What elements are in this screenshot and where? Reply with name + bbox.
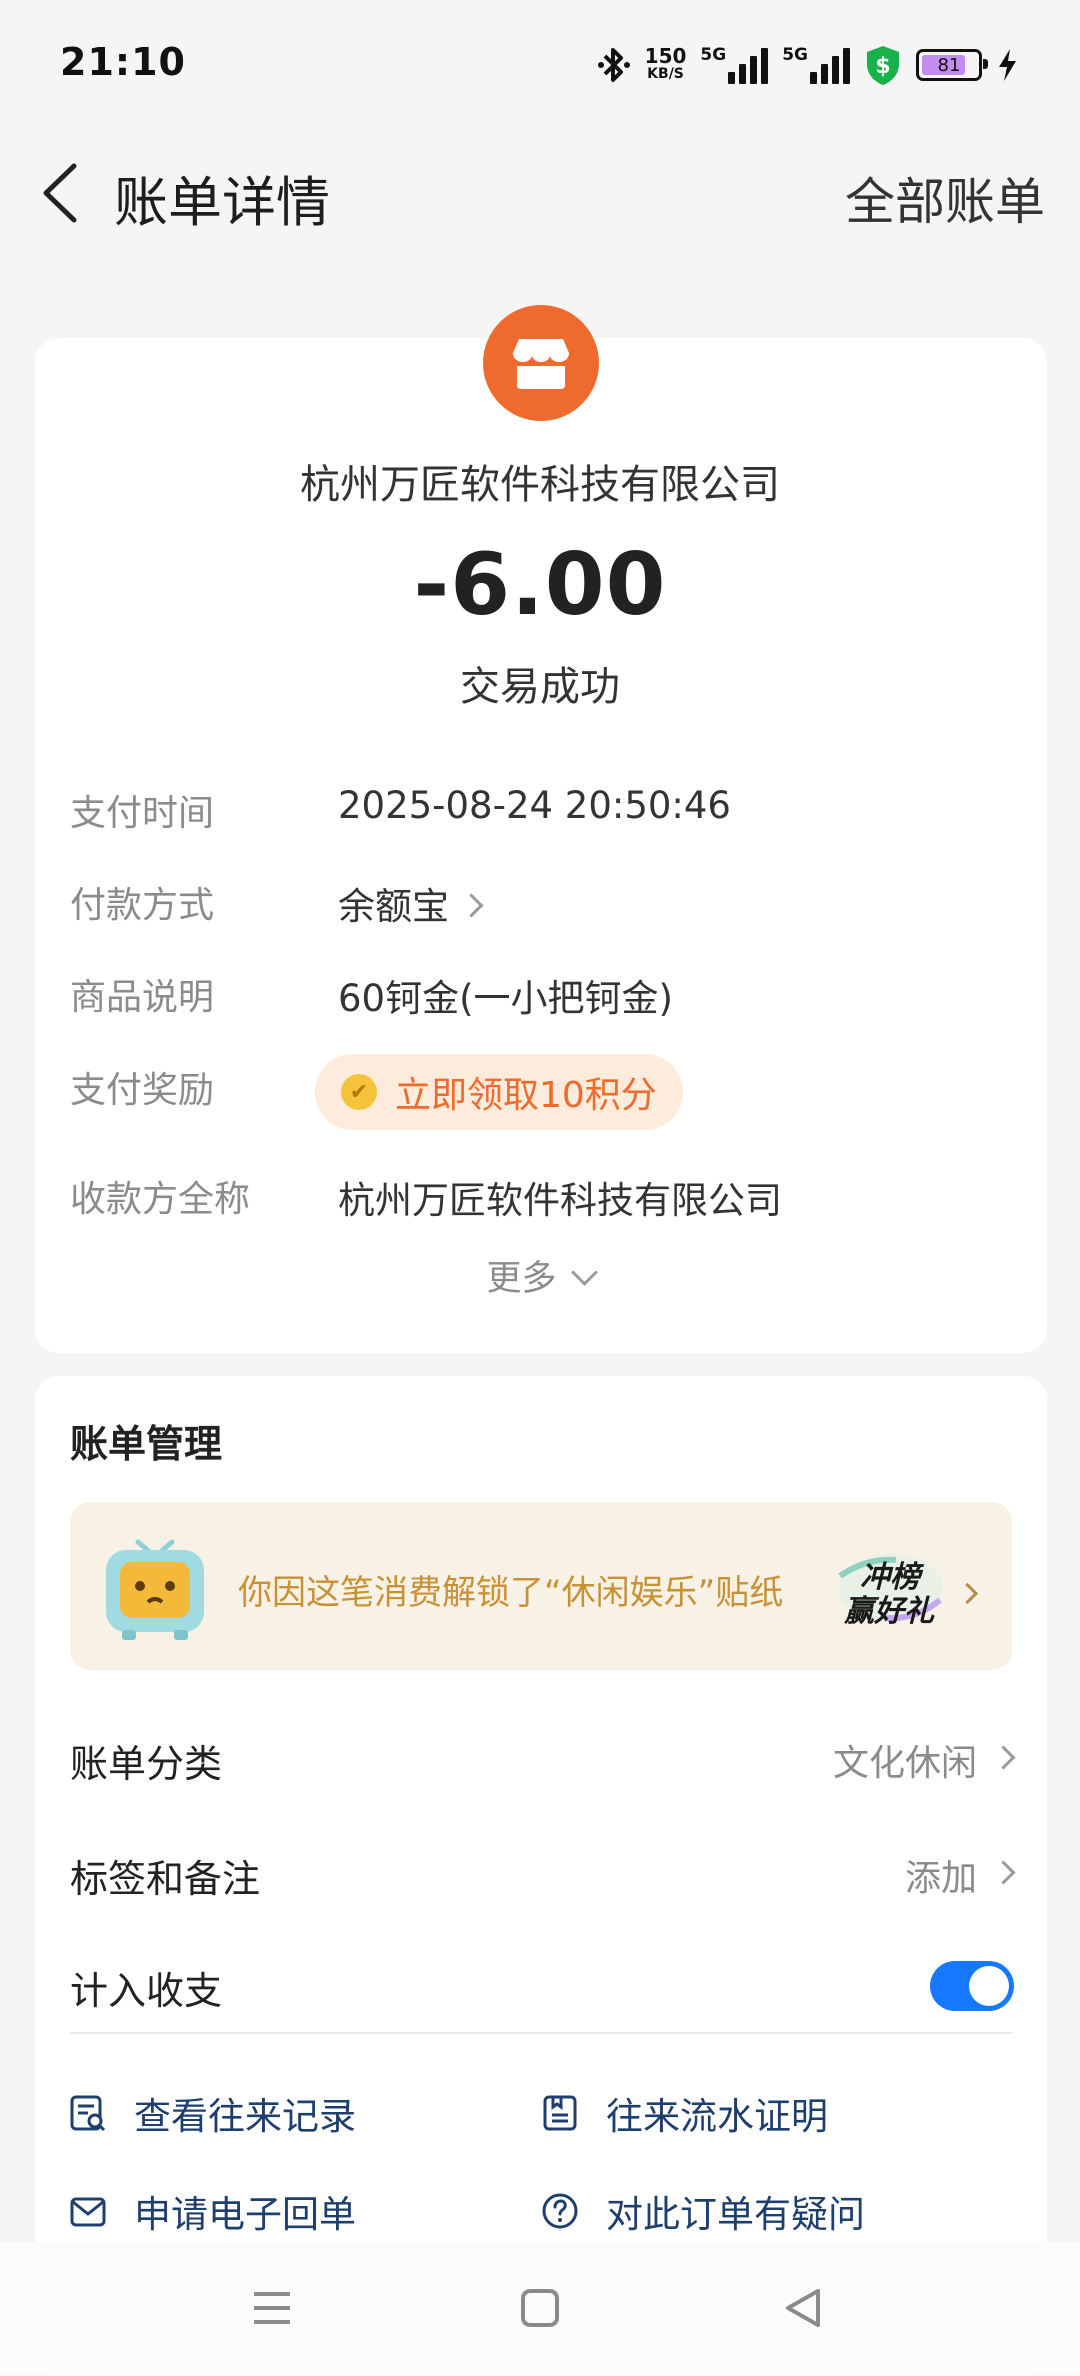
signal-icon — [810, 46, 850, 84]
statement-proof-label: 往来流水证明 — [606, 2095, 828, 2138]
pay-method-label: 付款方式 — [70, 885, 215, 926]
include-in-stats-label: 计入收支 — [70, 1969, 223, 2013]
tags-notes-value[interactable]: 添加 — [904, 1849, 1016, 1901]
svg-text:$: $ — [875, 54, 890, 79]
order-question-label: 对此订单有疑问 — [606, 2193, 865, 2236]
points-coin-icon: ✔ — [341, 1074, 377, 1110]
view-records-label: 查看往来记录 — [134, 2095, 356, 2138]
network-2: 5G — [782, 46, 850, 84]
section-title: 账单管理 — [70, 1422, 223, 1466]
network-1: 5G — [700, 45, 769, 84]
transaction-status: 交易成功 — [460, 664, 620, 710]
network-type-2: 5G — [782, 45, 808, 65]
bill-category-label: 账单分类 — [70, 1742, 223, 1786]
status-time: 21:10 — [60, 40, 186, 84]
signal-icon — [728, 46, 769, 84]
item-desc-label: 商品说明 — [70, 977, 215, 1018]
chevron-right-icon — [991, 1744, 1016, 1770]
home-icon[interactable] — [520, 2288, 560, 2328]
net-speed-unit: KB/S — [647, 66, 684, 82]
divider — [70, 2032, 1012, 2034]
charging-icon — [999, 49, 1016, 81]
chevron-down-icon — [570, 1259, 598, 1286]
back-arrow-icon[interactable] — [38, 160, 84, 226]
statement-icon — [543, 2095, 577, 2131]
rank-badge-line2: 赢好礼 — [844, 1594, 934, 1629]
e-receipt-link[interactable]: 申请电子回单 — [68, 2184, 356, 2238]
battery-icon: 81 — [916, 49, 988, 81]
rank-badge: 冲榜 赢好礼 — [836, 1548, 946, 1629]
chevron-right-icon — [991, 1859, 1016, 1885]
merchant-logo — [483, 305, 599, 421]
menu-icon[interactable] — [252, 2288, 292, 2328]
include-in-stats-toggle[interactable] — [930, 1961, 1014, 2011]
page-title: 账单详情 — [114, 171, 330, 234]
bill-amount: -6.00 — [413, 535, 667, 635]
merchant-name: 杭州万匠软件科技有限公司 — [300, 462, 780, 508]
net-speed: 150 KB/S — [644, 44, 687, 83]
pay-method-text: 余额宝 — [338, 885, 449, 928]
claim-points-label: 立即领取10积分 — [395, 1075, 657, 1116]
shield-dollar-icon: $ — [867, 46, 899, 85]
chevron-right-icon — [459, 893, 484, 918]
envelope-icon — [70, 2197, 106, 2227]
payee-fullname-value: 杭州万匠软件科技有限公司 — [338, 1179, 782, 1222]
pay-method-value[interactable]: 余额宝 — [338, 876, 484, 930]
network-type-1: 5G — [700, 45, 727, 65]
question-icon — [542, 2193, 578, 2229]
system-nav-bar — [0, 2242, 1080, 2375]
payee-fullname-label: 收款方全称 — [70, 1179, 251, 1220]
tags-notes-text: 添加 — [904, 1858, 977, 1899]
status-icons: 150 KB/S 5G 5G $ 81 — [597, 40, 1018, 90]
pay-reward-label: 支付奖励 — [70, 1070, 215, 1111]
pay-time-label: 支付时间 — [70, 793, 215, 834]
view-records-link[interactable]: 查看往来记录 — [68, 2086, 356, 2140]
net-speed-value: 150 — [644, 44, 687, 68]
back-triangle-icon[interactable] — [784, 2288, 824, 2328]
sticker-banner-text: 你因这笔消费解锁了“休闲娱乐”贴纸 — [238, 1573, 784, 1613]
more-button[interactable]: 更多 — [0, 1250, 1080, 1301]
statement-proof-link[interactable]: 往来流水证明 — [540, 2086, 828, 2140]
store-icon — [513, 339, 569, 389]
tags-notes-label: 标签和备注 — [70, 1857, 261, 1901]
tv-mascot-icon — [106, 1539, 204, 1640]
battery-level: 81 — [937, 54, 961, 76]
e-receipt-label: 申请电子回单 — [134, 2193, 356, 2236]
toggle-knob — [969, 1966, 1009, 2006]
item-desc-value: 60钶金(一小把钶金) — [338, 977, 673, 1020]
record-search-icon — [70, 2095, 106, 2132]
bluetooth-icon — [597, 48, 630, 82]
more-label: 更多 — [486, 1259, 557, 1299]
claim-points-button[interactable]: ✔ 立即领取10积分 — [315, 1054, 683, 1130]
all-bills-link[interactable]: 全部账单 — [845, 162, 1045, 234]
bill-category-value[interactable]: 文化休闲 — [832, 1734, 1016, 1786]
order-question-link[interactable]: 对此订单有疑问 — [540, 2184, 865, 2238]
pay-time-value: 2025-08-24 20:50:46 — [338, 784, 731, 827]
bill-category-text: 文化休闲 — [832, 1743, 977, 1784]
